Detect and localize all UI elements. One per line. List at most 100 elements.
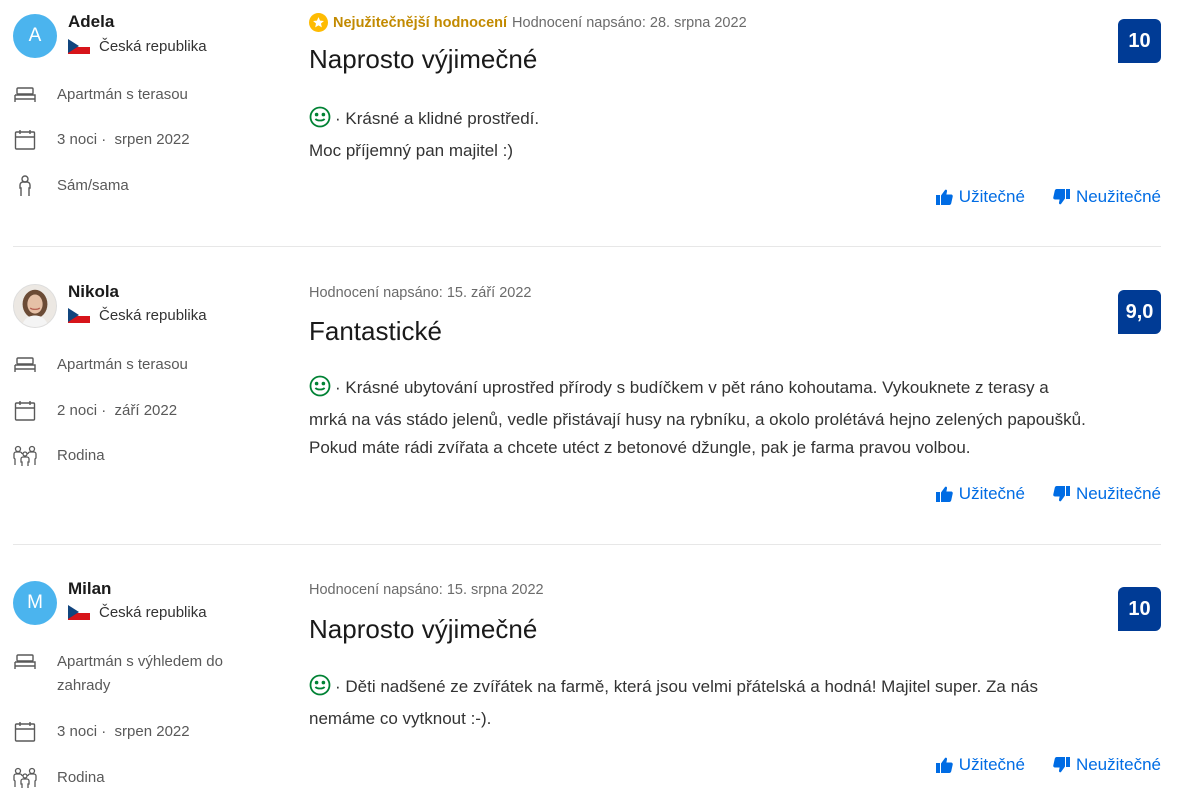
review-date: Nejužitečnější hodnocení Hodnocení napsá… <box>309 13 747 32</box>
posted-date: Hodnocení napsáno: 28. srpna 2022 <box>512 14 747 31</box>
most-helpful-label: Nejužitečnější hodnocení <box>333 14 508 31</box>
score-badge: 10 <box>1118 587 1161 631</box>
not-helpful-label: Neužitečné <box>1075 187 1161 206</box>
room-label: Apartmán s výhledem do <box>57 653 223 670</box>
helpful-button[interactable]: Užitečné <box>935 484 1025 504</box>
bed-icon <box>13 83 37 107</box>
calendar-icon <box>13 720 37 744</box>
traveler-type: Rodina <box>13 444 247 468</box>
review-text: · Krásné a klidné prostředí. Moc příjemn… <box>309 105 1161 165</box>
stay-month: září 2022 <box>114 402 178 419</box>
room-label: Apartmán s terasou <box>57 86 188 103</box>
helpful-label: Užitečné <box>958 187 1025 206</box>
family-icon <box>13 766 37 790</box>
stay-info: 3 noci · srpen 2022 <box>13 720 247 744</box>
room-type: Apartmán s výhledem do zahrady <box>13 650 247 698</box>
vote-buttons: Užitečné Neužitečné <box>935 755 1161 775</box>
review-text-line: nemáme co vytknout :-). <box>309 709 492 728</box>
stay-nights: 3 noci · <box>57 723 107 740</box>
star-badge-icon <box>309 13 328 32</box>
thumbs-up-icon <box>935 757 953 773</box>
bed-icon <box>13 353 37 377</box>
not-helpful-button[interactable]: Neužitečné <box>1053 755 1161 775</box>
avatar-initial: A <box>28 25 42 46</box>
reviewer-name: Adela <box>68 12 115 31</box>
stay-month: srpen 2022 <box>114 131 190 148</box>
helpful-button[interactable]: Užitečné <box>935 755 1025 775</box>
room-label: Apartmán s terasou <box>57 356 188 373</box>
czech-flag-icon <box>68 308 90 323</box>
smile-icon <box>309 674 331 705</box>
review-card: A Adela Česká republika Apartmán s teras… <box>13 0 1161 246</box>
reviewer-country: Česká republika <box>68 307 207 324</box>
not-helpful-button[interactable]: Neužitečné <box>1053 484 1161 504</box>
thumbs-up-icon <box>935 486 953 502</box>
posted-date: Hodnocení napsáno: 15. září 2022 <box>309 285 532 301</box>
not-helpful-label: Neužitečné <box>1075 755 1161 774</box>
score-badge: 10 <box>1118 19 1161 63</box>
smile-icon <box>309 106 331 137</box>
review-text-line: · Krásné a klidné prostředí. <box>335 109 540 128</box>
traveler-label: Rodina <box>57 769 105 786</box>
stay-month: srpen 2022 <box>114 723 190 740</box>
avatar <box>13 284 57 328</box>
calendar-icon <box>13 399 37 423</box>
smile-icon <box>309 375 331 406</box>
vote-buttons: Užitečné Neužitečné <box>935 484 1161 504</box>
score-badge: 9,0 <box>1118 290 1161 334</box>
review-card: M Milan Česká republika Apartmán s výhle… <box>13 545 1161 802</box>
review-card: Nikola Česká republika Apartmán s teraso… <box>13 247 1161 544</box>
review-text-line: mrká na vás stádo jelenů, vedle přistáva… <box>309 410 1086 429</box>
calendar-icon <box>13 128 37 152</box>
vote-buttons: Užitečné Neužitečné <box>935 187 1161 207</box>
room-type: Apartmán s terasou <box>13 83 247 107</box>
room-label: zahrady <box>57 677 111 694</box>
stay-nights: 3 noci · <box>57 131 107 148</box>
thumbs-down-icon <box>1053 189 1070 205</box>
posted-date: Hodnocení napsáno: 15. srpna 2022 <box>309 582 544 598</box>
reviewer-name: Milan <box>68 579 112 598</box>
avatar: A <box>13 14 57 58</box>
review-text: · Děti nadšené ze zvířátek na farmě, kte… <box>309 673 1161 733</box>
not-helpful-button[interactable]: Neužitečné <box>1053 187 1161 207</box>
avatar: M <box>13 581 57 625</box>
review-text-line: Moc příjemný pan majitel :) <box>309 141 514 160</box>
family-icon <box>13 444 37 468</box>
bed-icon <box>13 650 37 674</box>
review-date: Hodnocení napsáno: 15. srpna 2022 <box>309 582 544 598</box>
country-label: Česká republika <box>99 38 207 55</box>
czech-flag-icon <box>68 605 90 620</box>
avatar-initial: M <box>27 592 43 613</box>
helpful-label: Užitečné <box>958 484 1025 503</box>
traveler-type: Rodina <box>13 766 247 790</box>
stay-nights: 2 noci · <box>57 402 107 419</box>
review-title: Naprosto výjimečné <box>309 44 538 74</box>
czech-flag-icon <box>68 39 90 54</box>
traveler-type: Sám/sama <box>13 174 247 198</box>
helpful-button[interactable]: Užitečné <box>935 187 1025 207</box>
review-text: · Krásné ubytování uprostřed přírody s b… <box>309 374 1161 462</box>
thumbs-up-icon <box>935 189 953 205</box>
stay-info: 3 noci · srpen 2022 <box>13 128 247 152</box>
person-icon <box>13 174 37 198</box>
country-label: Česká republika <box>99 604 207 621</box>
review-date: Hodnocení napsáno: 15. září 2022 <box>309 285 532 301</box>
review-text-line: · Krásné ubytování uprostřed přírody s b… <box>335 378 1049 397</box>
reviewer-name: Nikola <box>68 282 120 301</box>
review-text-line: Pokud máte rádi zvířata a chcete utéct z… <box>309 438 971 457</box>
reviewer-country: Česká republika <box>68 38 207 55</box>
review-title: Fantastické <box>309 316 442 346</box>
country-label: Česká republika <box>99 307 207 324</box>
stay-info: 2 noci · září 2022 <box>13 399 247 423</box>
room-type: Apartmán s terasou <box>13 353 247 377</box>
not-helpful-label: Neužitečné <box>1075 484 1161 503</box>
avatar-photo <box>14 285 56 327</box>
review-text-line: · Děti nadšené ze zvířátek na farmě, kte… <box>335 677 1039 696</box>
helpful-label: Užitečné <box>958 755 1025 774</box>
thumbs-down-icon <box>1053 486 1070 502</box>
traveler-label: Rodina <box>57 447 105 464</box>
traveler-label: Sám/sama <box>57 177 129 194</box>
thumbs-down-icon <box>1053 757 1070 773</box>
reviewer-country: Česká republika <box>68 604 207 621</box>
review-title: Naprosto výjimečné <box>309 614 538 644</box>
